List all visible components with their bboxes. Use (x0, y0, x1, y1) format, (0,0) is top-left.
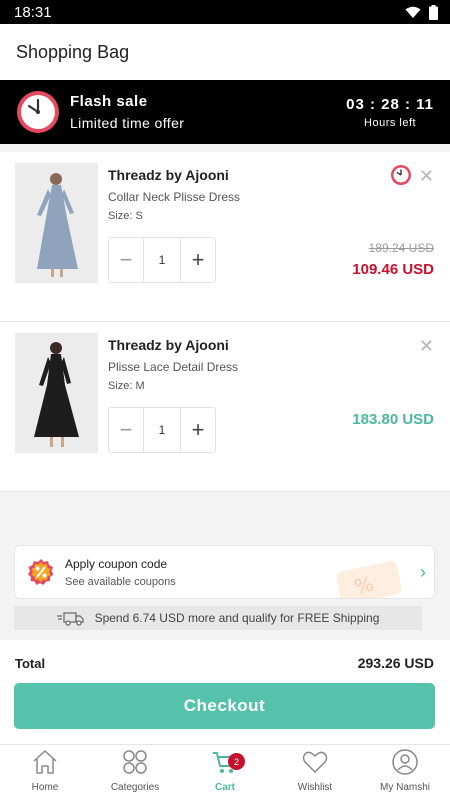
tab-home-label: Home (31, 782, 59, 793)
wifi-icon (405, 6, 421, 18)
coupon-subtitle: See available coupons (65, 575, 176, 588)
sale-price: 109.46 USD (352, 261, 434, 278)
cart-item: Threadz by Ajooni Collar Neck Plisse Dre… (0, 152, 450, 322)
quantity-stepper: − 1 + (108, 407, 216, 453)
categories-icon (123, 750, 147, 774)
flash-sale-text: Flash sale Limited time offer (70, 93, 346, 131)
flash-sale-subtitle: Limited time offer (70, 115, 185, 131)
flash-sale-banner: Flash sale Limited time offer 03 : 28 : … (0, 80, 450, 144)
quantity-value: 1 (143, 238, 181, 282)
status-time: 18:31 (14, 3, 52, 21)
delivery-truck-icon (56, 612, 84, 626)
free-shipping-bar: Spend 6.74 USD more and qualify for FREE… (14, 606, 422, 630)
product-image[interactable] (15, 163, 98, 283)
app-bar: Shopping Bag (0, 24, 450, 80)
product-size: Size: S (108, 210, 143, 222)
flash-sale-title: Flash sale (70, 93, 148, 110)
product-size: Size: M (108, 380, 145, 392)
checkout-button[interactable]: Checkout (14, 683, 435, 729)
flash-sale-clock-icon (391, 165, 411, 185)
original-price: 189.24 USD (368, 241, 434, 255)
tab-my-namshi[interactable]: My Namshi (360, 745, 450, 800)
tab-wishlist-label: Wishlist (297, 782, 333, 793)
bottom-navigation: Home Categories 2 Cart Wishlist My Namsh… (0, 744, 450, 800)
cart-item: Threadz by Ajooni Plisse Lace Detail Dre… (0, 322, 450, 492)
countdown-timer: 03 : 28 : 11 Hours left (346, 96, 434, 129)
coupon-text: Apply coupon code See available coupons (65, 557, 176, 588)
tab-my-namshi-label: My Namshi (379, 782, 430, 793)
countdown-value: 03 : 28 : 11 (346, 95, 434, 113)
alarm-clock-icon (17, 91, 59, 133)
increase-quantity-button[interactable]: + (181, 238, 215, 282)
remove-item-button[interactable]: ✕ (419, 166, 434, 187)
coupon-percent-icon (28, 559, 54, 585)
heart-icon (302, 751, 328, 773)
increase-quantity-button[interactable]: + (181, 408, 215, 452)
decrease-quantity-button[interactable]: − (109, 408, 143, 452)
cart-items-list: Threadz by Ajooni Collar Neck Plisse Dre… (0, 152, 450, 492)
tab-wishlist[interactable]: Wishlist (270, 745, 360, 800)
checkout-panel: Total 293.26 USD Checkout (0, 640, 450, 744)
decrease-quantity-button[interactable]: − (109, 238, 143, 282)
quantity-value: 1 (143, 408, 181, 452)
countdown-label: Hours left (364, 116, 417, 129)
user-icon (392, 749, 418, 775)
chevron-right-icon: › (420, 562, 426, 582)
product-image[interactable] (15, 333, 98, 453)
product-brand[interactable]: Threadz by Ajooni (108, 337, 229, 353)
item-price: 183.80 USD (352, 411, 434, 428)
page-title: Shopping Bag (16, 41, 130, 62)
apply-coupon-card[interactable]: Apply coupon code See available coupons … (14, 545, 435, 599)
product-brand[interactable]: Threadz by Ajooni (108, 167, 229, 183)
dress-image-blue (15, 163, 98, 283)
coupon-decoration-icon: % (336, 561, 402, 598)
free-shipping-text: Spend 6.74 USD more and qualify for FREE… (94, 611, 380, 625)
product-name[interactable]: Collar Neck Plisse Dress (108, 190, 240, 204)
remove-item-button[interactable]: ✕ (419, 336, 434, 357)
total-value: 293.26 USD (357, 655, 434, 671)
total-label: Total (15, 656, 46, 671)
coupon-title: Apply coupon code (65, 556, 168, 571)
status-bar: 18:31 (0, 0, 450, 24)
tab-home[interactable]: Home (0, 745, 90, 800)
tab-categories-label: Categories (110, 782, 160, 793)
tab-categories[interactable]: Categories (90, 745, 180, 800)
home-icon (33, 750, 57, 774)
tab-cart-label: Cart (214, 782, 235, 793)
product-name[interactable]: Plisse Lace Detail Dress (108, 360, 238, 374)
battery-icon (429, 4, 438, 20)
tab-cart[interactable]: 2 Cart (180, 745, 270, 800)
system-icons (405, 4, 438, 20)
quantity-stepper: − 1 + (108, 237, 216, 283)
dress-image-black (15, 333, 98, 453)
cart-count-badge: 2 (228, 753, 245, 770)
